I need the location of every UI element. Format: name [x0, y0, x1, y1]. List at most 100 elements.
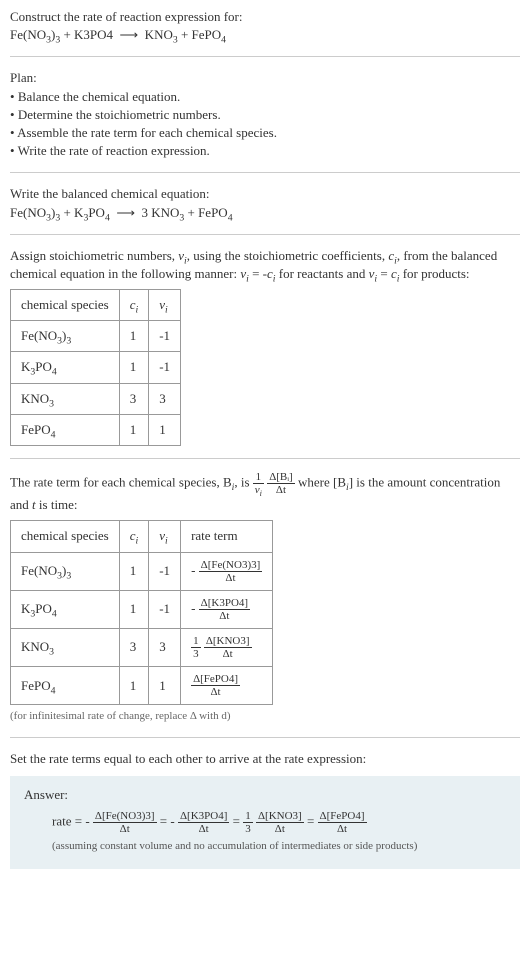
divider: [10, 458, 520, 459]
assign-t1: Assign stoichiometric numbers,: [10, 248, 178, 263]
cell-nu: 1: [149, 667, 181, 705]
term4-frac: Δ[FePO4]Δt: [318, 810, 367, 835]
rt-t2: , is: [234, 475, 252, 490]
plan-list: Balance the chemical equation. Determine…: [10, 88, 520, 161]
cell-rate: 13 Δ[KNO3]Δt: [181, 628, 273, 666]
cell-species: K3PO4: [11, 352, 120, 383]
cell-nu: -1: [149, 590, 181, 628]
cell-c: 1: [119, 414, 149, 445]
rt-t1: The rate term for each chemical species,…: [10, 475, 232, 490]
table-header-row: chemical species ci νi rate term: [11, 521, 273, 552]
col-nui: νi: [149, 290, 181, 321]
assign-section: Assign stoichiometric numbers, νi , using…: [10, 247, 520, 446]
table-row: FePO4 1 1: [11, 414, 181, 445]
assign-rel1b: for reactants and: [276, 266, 369, 281]
prompt-equation: Fe(NO3)3 + K3PO4 ⟶ KNO3 + FePO4: [10, 26, 520, 44]
col-species: chemical species: [11, 290, 120, 321]
plan-item: Assemble the rate term for each chemical…: [10, 124, 520, 142]
cell-nu: 3: [149, 383, 181, 414]
table-row: K3PO4 1 -1 - Δ[K3PO4]Δt: [11, 590, 273, 628]
table-row: FePO4 1 1 Δ[FePO4]Δt: [11, 667, 273, 705]
answer-assumption: (assuming constant volume and no accumul…: [24, 839, 506, 854]
rt-t5: is time:: [36, 497, 78, 512]
rate-table: chemical species ci νi rate term Fe(NO3)…: [10, 520, 273, 705]
cell-c: 1: [119, 590, 149, 628]
col-nui: νi: [149, 521, 181, 552]
rate-frac: Δ[Fe(NO3)3]Δt: [199, 559, 263, 584]
rate-frac: Δ[KNO3]Δt: [204, 635, 252, 660]
eq-sign: =: [160, 814, 171, 829]
cell-c: 1: [119, 552, 149, 590]
infinitesimal-note: (for infinitesimal rate of change, repla…: [10, 709, 520, 724]
cell-species: Fe(NO3)3: [11, 552, 120, 590]
coef-frac: 13: [191, 635, 201, 660]
eq-sign: =: [307, 814, 318, 829]
cell-species: FePO4: [11, 414, 120, 445]
cell-species: KNO3: [11, 383, 120, 414]
table-row: Fe(NO3)3 1 -1: [11, 321, 181, 352]
cell-c: 1: [119, 321, 149, 352]
cell-nu: 3: [149, 628, 181, 666]
balanced-equation: Fe(NO3)3 + K3PO4 ⟶ 3 KNO3 + FePO4: [10, 204, 520, 222]
divider: [10, 56, 520, 57]
cell-rate: Δ[FePO4]Δt: [181, 667, 273, 705]
term2-sign: -: [170, 814, 174, 829]
cell-nu: 1: [149, 414, 181, 445]
assign-text: Assign stoichiometric numbers, νi, using…: [10, 247, 520, 283]
eq-sign: =: [233, 814, 244, 829]
term1-frac: Δ[Fe(NO3)3]Δt: [93, 810, 157, 835]
prompt-title: Construct the rate of reaction expressio…: [10, 8, 520, 26]
frac-dBi-dt: Δ[Bᵢ]Δt: [267, 471, 295, 496]
plan-section: Plan: Balance the chemical equation. Det…: [10, 69, 520, 160]
rate-word: rate =: [52, 814, 85, 829]
cell-c: 1: [119, 352, 149, 383]
rate-frac: Δ[FePO4]Δt: [191, 673, 240, 698]
rateterm-text: The rate term for each chemical species,…: [10, 471, 520, 514]
frac-1over-nu: 1νi: [253, 471, 264, 496]
answer-box: Answer: rate = - Δ[Fe(NO3)3]Δt = - Δ[K3P…: [10, 776, 520, 869]
col-ci: ci: [119, 290, 149, 321]
plan-item: Balance the chemical equation.: [10, 88, 520, 106]
table-row: Fe(NO3)3 1 -1 - Δ[Fe(NO3)3]Δt: [11, 552, 273, 590]
answer-rate-expression: rate = - Δ[Fe(NO3)3]Δt = - Δ[K3PO4]Δt = …: [24, 810, 506, 835]
prompt-section: Construct the rate of reaction expressio…: [10, 8, 520, 44]
cell-nu: -1: [149, 552, 181, 590]
table-row: KNO3 3 3: [11, 383, 181, 414]
rate-frac: Δ[K3PO4]Δt: [199, 597, 250, 622]
divider: [10, 234, 520, 235]
plan-item: Determine the stoichiometric numbers.: [10, 106, 520, 124]
cell-nu: -1: [149, 321, 181, 352]
term2-frac: Δ[K3PO4]Δt: [178, 810, 229, 835]
cell-rate: - Δ[Fe(NO3)3]Δt: [181, 552, 273, 590]
plan-heading: Plan:: [10, 69, 520, 87]
answer-label: Answer:: [24, 786, 506, 804]
term1-sign: -: [85, 814, 89, 829]
cell-nu: -1: [149, 352, 181, 383]
col-species: chemical species: [11, 521, 120, 552]
cell-c: 1: [119, 667, 149, 705]
assign-t2: , using the stoichiometric coefficients,: [187, 248, 389, 263]
table-row: KNO3 3 3 13 Δ[KNO3]Δt: [11, 628, 273, 666]
assign-rel2a: =: [377, 266, 391, 281]
term3-coef: 13: [243, 810, 253, 835]
table-row: K3PO4 1 -1: [11, 352, 181, 383]
stoich-table: chemical species ci νi Fe(NO3)3 1 -1 K3P…: [10, 289, 181, 446]
cell-c: 3: [119, 628, 149, 666]
plan-item: Write the rate of reaction expression.: [10, 142, 520, 160]
table-header-row: chemical species ci νi: [11, 290, 181, 321]
cell-species: KNO3: [11, 628, 120, 666]
cell-species: FePO4: [11, 667, 120, 705]
divider: [10, 172, 520, 173]
rateterm-section: The rate term for each chemical species,…: [10, 471, 520, 725]
assign-rel2b: for products:: [399, 266, 469, 281]
assign-rel1a: = -: [249, 266, 267, 281]
cell-species: Fe(NO3)3: [11, 321, 120, 352]
divider: [10, 737, 520, 738]
sign: -: [191, 562, 195, 577]
set-equal-section: Set the rate terms equal to each other t…: [10, 750, 520, 869]
cell-rate: - Δ[K3PO4]Δt: [181, 590, 273, 628]
col-ci: ci: [119, 521, 149, 552]
sign: -: [191, 600, 195, 615]
term3-frac: Δ[KNO3]Δt: [256, 810, 304, 835]
rt-t3: where [B: [298, 475, 346, 490]
